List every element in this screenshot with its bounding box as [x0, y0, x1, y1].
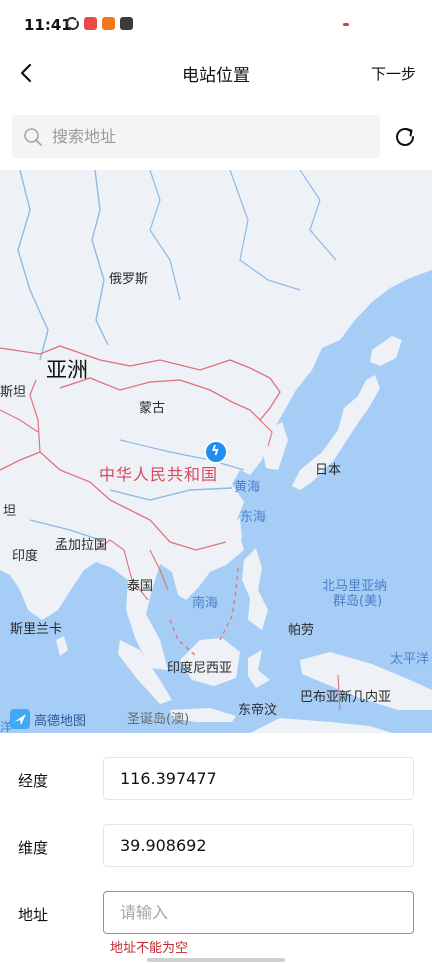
map-label: 蒙古 [139, 401, 166, 416]
refresh-icon[interactable] [392, 124, 418, 150]
search-box [12, 115, 380, 158]
station-marker-icon[interactable]: ϟ [204, 440, 228, 464]
sync-icon [66, 17, 79, 30]
page-title: 电站位置 [182, 66, 250, 86]
map-label: 印度尼西亚 [167, 661, 233, 676]
map-label: 斯坦 [0, 385, 27, 400]
map-label: 泰国 [127, 579, 154, 594]
map-label: 孟加拉国 [55, 538, 108, 553]
map-label: 东海 [240, 510, 267, 525]
map-label: 斯里兰卡 [10, 622, 63, 637]
map-label: 日本 [315, 463, 342, 478]
map-label: 中华人民共和国 [99, 465, 219, 484]
map-label: 圣诞岛(澳) [127, 712, 190, 727]
recording-indicator [343, 23, 349, 26]
app-orange-icon [102, 17, 115, 30]
status-time: 11:41 [24, 16, 72, 34]
latitude-label: 维度 [18, 839, 49, 857]
latitude-field[interactable] [103, 824, 414, 867]
status-bar: 11:41 [0, 0, 432, 48]
address-error-message: 地址不能为空 [110, 941, 189, 956]
search-input[interactable] [52, 115, 372, 158]
app-dark-icon [120, 17, 133, 30]
map-label: 黄海 [234, 480, 261, 495]
map-label: 群岛(美) [333, 594, 383, 609]
address-field[interactable] [103, 891, 414, 934]
map-label: 俄罗斯 [109, 272, 149, 287]
search-icon [24, 128, 42, 146]
map-label: 亚洲 [46, 358, 88, 382]
longitude-field[interactable] [103, 757, 414, 800]
map-label: 巴布亚新几内亚 [300, 690, 392, 705]
nav-bar: 电站位置 下一步 [0, 48, 432, 100]
map-label: 印度 [12, 549, 39, 564]
map-view[interactable]: 俄罗斯 亚洲 斯坦 蒙古 中华人民共和国 日本 黄海 东海 坦 孟加拉国 印度 … [0, 170, 432, 733]
map-label: 太平洋 [390, 652, 430, 667]
amap-logo-icon [10, 709, 30, 729]
map-label: 帕劳 [288, 623, 315, 638]
map-provider-name: 高德地图 [34, 714, 87, 729]
next-step-button[interactable]: 下一步 [371, 63, 416, 84]
map-label: 南海 [192, 596, 219, 611]
longitude-label: 经度 [18, 772, 49, 790]
map-label: 坦 [3, 504, 17, 519]
map-label: 东帝汶 [238, 703, 278, 718]
address-label: 地址 [18, 906, 49, 924]
home-indicator[interactable] [147, 958, 285, 962]
app-red-icon [84, 17, 97, 30]
